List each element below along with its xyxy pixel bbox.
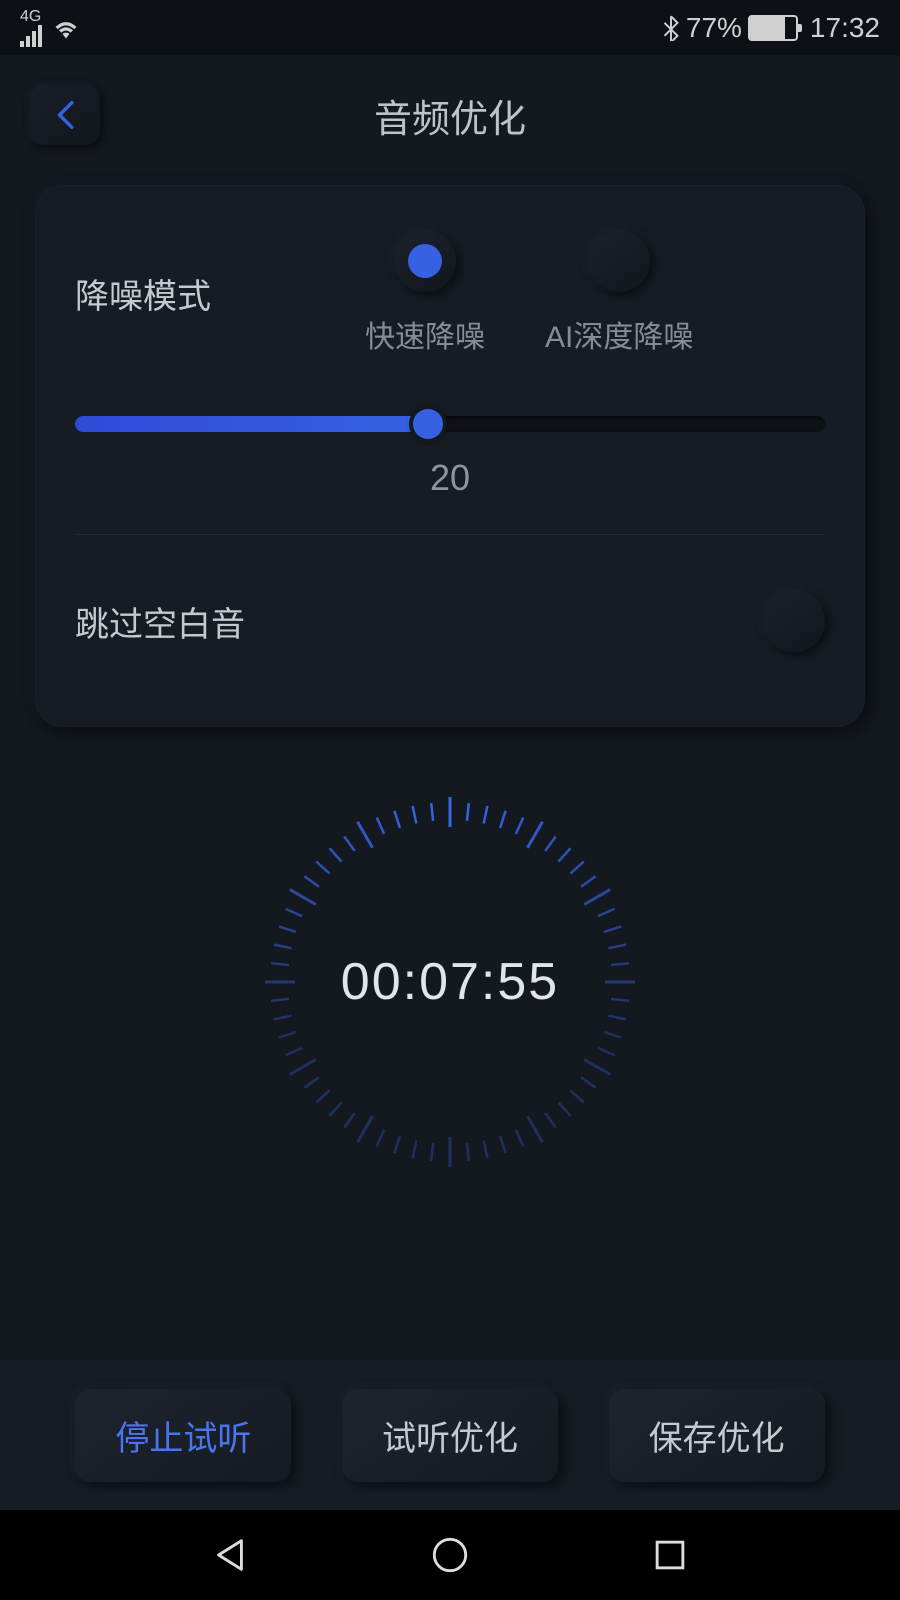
skip-silence-label: 跳过空白音 [75, 597, 275, 646]
stop-preview-button[interactable]: 停止试听 [75, 1389, 291, 1482]
bluetooth-icon [662, 15, 680, 41]
chevron-left-icon [54, 100, 76, 130]
preview-button[interactable]: 试听优化 [342, 1389, 558, 1482]
battery-icon [748, 15, 798, 41]
noise-reduction-row: 降噪模式 快速降噪 AI深度降噪 [75, 230, 825, 356]
radio-label-ai: AI深度降噪 [545, 312, 693, 356]
timer-container: 00:07:55 [0, 782, 900, 1182]
header: 音频优化 [0, 55, 900, 165]
skip-silence-row: 跳过空白音 [75, 590, 825, 682]
radio-option-ai[interactable]: AI深度降噪 [545, 230, 693, 356]
divider [75, 534, 825, 535]
wifi-icon [52, 17, 80, 39]
page-title: 音频优化 [374, 88, 526, 143]
nav-home-button[interactable] [430, 1535, 470, 1575]
nav-recent-button[interactable] [650, 1535, 690, 1575]
bottom-bar: 停止试听 试听优化 保存优化 [0, 1360, 900, 1510]
nav-bar [0, 1510, 900, 1600]
save-button[interactable]: 保存优化 [609, 1389, 825, 1482]
nav-back-button[interactable] [210, 1535, 250, 1575]
status-right: 77% 17:32 [662, 12, 880, 44]
slider-value: 20 [75, 457, 825, 499]
signal-icon [20, 25, 42, 47]
slider-fill [75, 416, 428, 432]
status-bar: 4G 77% 17:32 [0, 0, 900, 55]
radio-label-fast: 快速降噪 [365, 312, 485, 356]
radio-option-fast[interactable]: 快速降噪 [365, 230, 485, 356]
radio-circle-icon [588, 230, 650, 292]
timer-ticks-icon [250, 782, 650, 1182]
back-button[interactable] [30, 85, 100, 145]
skip-silence-toggle[interactable] [763, 590, 825, 652]
radio-group: 快速降噪 AI深度降噪 [365, 230, 693, 356]
radio-circle-icon [394, 230, 456, 292]
slider-track [75, 416, 825, 432]
options-card: 降噪模式 快速降噪 AI深度降噪 20 跳过空白音 [35, 185, 865, 727]
network-type: 4G [20, 9, 41, 25]
status-left: 4G [20, 9, 80, 47]
slider-thumb[interactable] [413, 409, 443, 439]
timer-circle: 00:07:55 [250, 782, 650, 1182]
network-indicator: 4G [20, 9, 42, 47]
intensity-slider[interactable]: 20 [75, 416, 825, 499]
noise-reduction-label: 降噪模式 [75, 269, 275, 318]
battery-percent: 77% [686, 12, 742, 44]
clock-time: 17:32 [810, 12, 880, 44]
